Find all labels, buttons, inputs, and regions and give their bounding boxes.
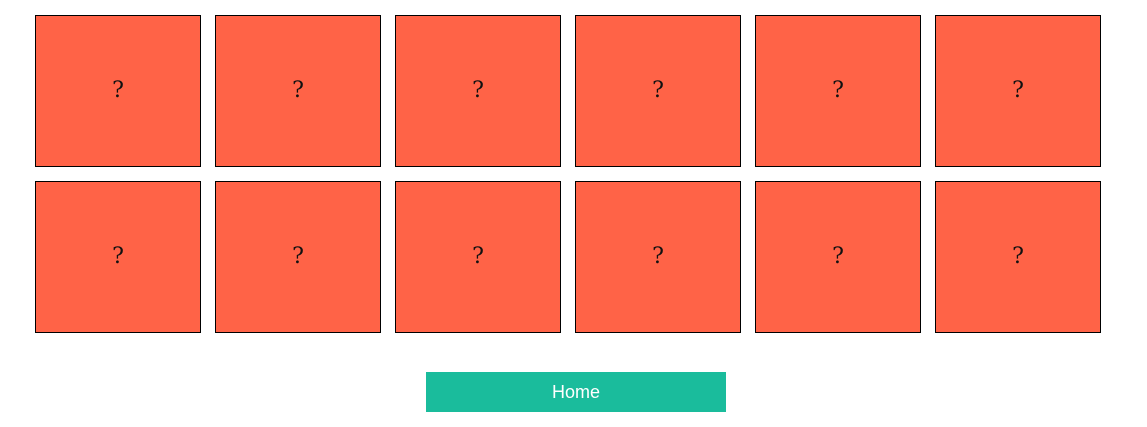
card-hidden-symbol: ?	[292, 244, 304, 269]
card-hidden-symbol: ?	[1012, 78, 1024, 103]
card-hidden-symbol: ?	[1012, 244, 1024, 269]
card-hidden-symbol: ?	[652, 78, 664, 103]
memory-card[interactable]: ?	[35, 15, 201, 167]
memory-card[interactable]: ?	[575, 181, 741, 333]
home-button[interactable]: Home	[426, 372, 726, 412]
card-hidden-symbol: ?	[112, 78, 124, 103]
memory-card[interactable]: ?	[35, 181, 201, 333]
card-hidden-symbol: ?	[832, 78, 844, 103]
memory-card[interactable]: ?	[395, 15, 561, 167]
card-hidden-symbol: ?	[292, 78, 304, 103]
card-hidden-symbol: ?	[472, 78, 484, 103]
card-hidden-symbol: ?	[472, 244, 484, 269]
memory-card[interactable]: ?	[935, 181, 1101, 333]
card-hidden-symbol: ?	[652, 244, 664, 269]
card-hidden-symbol: ?	[832, 244, 844, 269]
memory-card[interactable]: ?	[755, 15, 921, 167]
memory-card[interactable]: ?	[575, 15, 741, 167]
card-board: ? ? ? ? ? ? ? ? ? ? ? ?	[35, 15, 1101, 333]
memory-card[interactable]: ?	[935, 15, 1101, 167]
memory-card[interactable]: ?	[215, 181, 381, 333]
memory-card[interactable]: ?	[395, 181, 561, 333]
memory-card[interactable]: ?	[755, 181, 921, 333]
memory-card[interactable]: ?	[215, 15, 381, 167]
card-hidden-symbol: ?	[112, 244, 124, 269]
